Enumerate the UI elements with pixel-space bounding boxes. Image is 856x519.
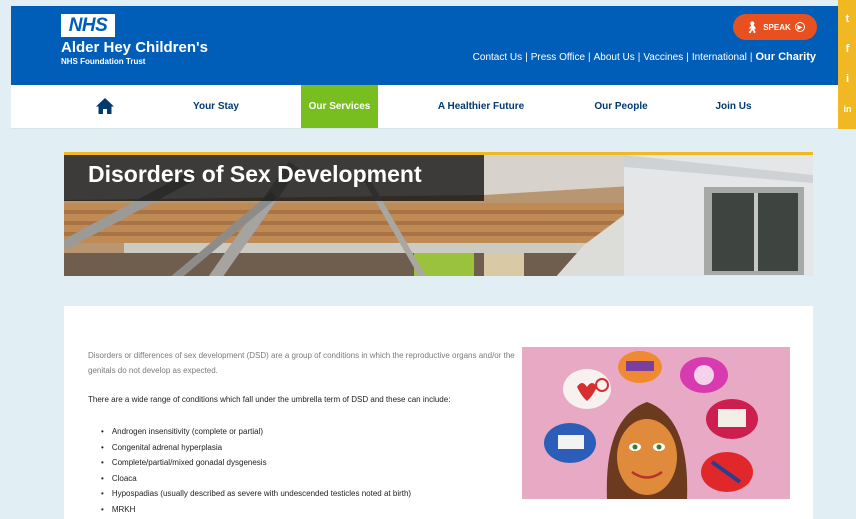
link-separator: | bbox=[588, 51, 591, 63]
list-item: Cloaca bbox=[101, 471, 411, 487]
link-about-us[interactable]: About Us bbox=[594, 52, 635, 63]
link-separator: | bbox=[686, 51, 689, 63]
list-item: Complete/partial/mixed gonadal dysgenesi… bbox=[101, 455, 411, 471]
list-item: Congenital adrenal hyperplasia bbox=[101, 440, 411, 456]
top-links: Contact Us | Press Office | About Us | V… bbox=[473, 51, 816, 63]
twitter-icon[interactable]: t bbox=[841, 13, 854, 26]
link-separator: | bbox=[525, 51, 528, 63]
linkedin-icon[interactable]: in bbox=[841, 103, 854, 116]
conditions-intro: There are a wide range of conditions whi… bbox=[88, 395, 451, 404]
social-strip: t f i in bbox=[838, 0, 856, 129]
nhs-logo[interactable]: NHS bbox=[61, 14, 115, 37]
nav-our-people[interactable]: Our People bbox=[576, 85, 666, 128]
home-icon[interactable] bbox=[95, 97, 115, 115]
link-our-charity[interactable]: Our Charity bbox=[755, 51, 816, 63]
play-icon: ▶ bbox=[794, 22, 805, 32]
nav-our-services[interactable]: Our Services bbox=[301, 85, 378, 128]
conditions-list: Androgen insensitivity (complete or part… bbox=[101, 424, 411, 517]
org-subtitle: NHS Foundation Trust bbox=[61, 57, 146, 66]
intro-paragraph: Disorders or differences of sex developm… bbox=[88, 351, 515, 375]
page-title: Disorders of Sex Development bbox=[88, 161, 422, 187]
content-card: Disorders or differences of sex developm… bbox=[64, 306, 813, 519]
link-separator: | bbox=[749, 51, 753, 63]
child-drawing-illustration bbox=[522, 347, 790, 499]
link-international[interactable]: International bbox=[692, 52, 747, 63]
nav-your-stay[interactable]: Your Stay bbox=[171, 85, 261, 128]
nav-a-healthier-future[interactable]: A Healthier Future bbox=[421, 85, 541, 128]
facebook-icon[interactable]: f bbox=[841, 43, 854, 56]
instagram-icon[interactable]: i bbox=[841, 73, 854, 86]
page: NHS Alder Hey Children's NHS Foundation … bbox=[0, 0, 856, 519]
list-item: MRKH bbox=[101, 502, 411, 518]
main-nav: Your Stay Our Services A Healthier Futur… bbox=[11, 85, 838, 129]
link-contact-us[interactable]: Contact Us bbox=[473, 52, 522, 63]
link-press-office[interactable]: Press Office bbox=[531, 52, 585, 63]
site-header: NHS Alder Hey Children's NHS Foundation … bbox=[11, 6, 838, 85]
list-item: Androgen insensitivity (complete or part… bbox=[101, 424, 411, 440]
speak-button[interactable]: 🚶︎ SPEAK ▶ bbox=[733, 14, 817, 40]
accessibility-person-icon: 🚶︎ bbox=[745, 21, 760, 34]
list-item: Hypospadias (usually described as severe… bbox=[101, 486, 411, 502]
link-separator: | bbox=[637, 51, 641, 63]
link-vaccines[interactable]: Vaccines bbox=[643, 52, 683, 63]
speak-label: SPEAK bbox=[763, 22, 791, 32]
nav-join-us[interactable]: Join Us bbox=[696, 85, 771, 128]
hero-banner: Disorders of Sex Development bbox=[64, 152, 813, 276]
org-name[interactable]: Alder Hey Children's bbox=[61, 39, 208, 56]
